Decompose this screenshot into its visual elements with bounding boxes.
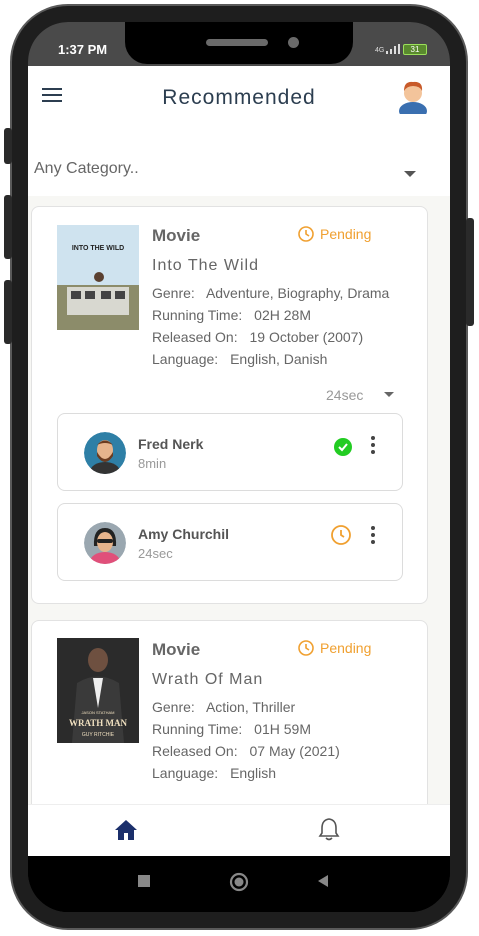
genre-value: Action, Thriller bbox=[205, 699, 296, 715]
reviewer-row[interactable]: Amy Churchil 24sec bbox=[57, 503, 403, 581]
front-camera bbox=[288, 37, 299, 48]
avatar bbox=[84, 432, 126, 474]
home-icon[interactable] bbox=[114, 819, 138, 841]
status-badge: Pending bbox=[297, 225, 371, 243]
battery-level: 31 bbox=[410, 45, 420, 54]
avatar bbox=[84, 522, 126, 564]
reviewer-time: 24sec bbox=[138, 546, 173, 561]
poster-title: INTO THE WILD bbox=[72, 245, 124, 252]
side-button bbox=[4, 128, 12, 164]
genre-label: Genre: bbox=[152, 699, 195, 715]
network-type: 4G bbox=[375, 47, 385, 54]
phone-screen: 1:37 PM 4G 31 Recommended Any Category..… bbox=[28, 22, 450, 912]
reviewer-row[interactable]: Fred Nerk 8min bbox=[57, 413, 403, 491]
elapsed-time: 24sec bbox=[326, 387, 364, 403]
clock-check-icon bbox=[298, 226, 314, 242]
recents-icon[interactable] bbox=[137, 874, 151, 888]
notch bbox=[125, 22, 353, 64]
power-button bbox=[466, 218, 474, 326]
movie-title: Wrath Of Man bbox=[152, 671, 264, 688]
recommendation-list: INTO THE WILD Movie Pending Into The Wil… bbox=[28, 196, 450, 850]
volume-down-button bbox=[4, 280, 12, 344]
category-select[interactable]: Any Category.. bbox=[34, 160, 139, 178]
runtime-label: Running Time: bbox=[152, 307, 243, 323]
genre-row: Genre: Adventure, Biography, Drama bbox=[152, 285, 389, 301]
poster-title-top: JASON STATHAM bbox=[82, 710, 115, 715]
check-circle-icon bbox=[334, 438, 352, 456]
movie-poster: JASON STATHAM WRATH MAN GUY RITCHIE bbox=[57, 638, 139, 743]
clock-check-icon bbox=[331, 525, 351, 545]
app-screen: Recommended Any Category.. INTO THE WILD… bbox=[28, 66, 450, 856]
language-value: English, Danish bbox=[230, 351, 328, 367]
media-type: Movie bbox=[152, 226, 201, 245]
language-label: Language: bbox=[152, 765, 219, 781]
movie-card[interactable]: INTO THE WILD Movie Pending Into The Wil… bbox=[31, 206, 428, 604]
signal-icon: 4G bbox=[375, 44, 401, 54]
home-circle-icon[interactable] bbox=[228, 871, 250, 893]
more-options-icon[interactable] bbox=[370, 526, 376, 548]
reviewer-name: Amy Churchil bbox=[138, 526, 230, 542]
volume-up-button bbox=[4, 195, 12, 259]
language-row: Language: English bbox=[152, 765, 276, 781]
released-row: Released On: 19 October (2007) bbox=[152, 329, 363, 345]
battery-icon: 31 bbox=[403, 44, 427, 55]
app-bar: Recommended bbox=[28, 66, 450, 128]
reviewer-time: 8min bbox=[138, 456, 167, 471]
released-label: Released On: bbox=[152, 743, 238, 759]
back-icon[interactable] bbox=[316, 874, 330, 888]
status-badge: Pending bbox=[297, 639, 371, 657]
movie-poster: INTO THE WILD bbox=[57, 225, 139, 330]
media-type: Movie bbox=[152, 640, 201, 659]
poster-subtitle: GUY RITCHIE bbox=[82, 732, 115, 738]
movie-title: Into The Wild bbox=[152, 257, 259, 274]
more-options-icon[interactable] bbox=[370, 436, 376, 458]
reviewer-name: Fred Nerk bbox=[138, 436, 204, 452]
language-value: English bbox=[230, 765, 276, 781]
runtime-row: Running Time: 02H 28M bbox=[152, 307, 311, 323]
clock-check-icon bbox=[298, 640, 314, 656]
bell-icon[interactable] bbox=[318, 817, 340, 841]
genre-value: Adventure, Biography, Drama bbox=[205, 285, 390, 301]
status-label: Pending bbox=[320, 226, 372, 242]
status-label: Pending bbox=[320, 640, 372, 656]
runtime-value: 02H 28M bbox=[254, 307, 311, 323]
released-row: Released On: 07 May (2021) bbox=[152, 743, 340, 759]
chevron-down-icon[interactable] bbox=[404, 171, 416, 177]
system-navigation-bar bbox=[28, 856, 450, 912]
language-label: Language: bbox=[152, 351, 219, 367]
profile-avatar-icon[interactable] bbox=[398, 78, 428, 114]
page-title: Recommended bbox=[162, 86, 316, 109]
released-label: Released On: bbox=[152, 329, 238, 345]
runtime-row: Running Time: 01H 59M bbox=[152, 721, 311, 737]
runtime-label: Running Time: bbox=[152, 721, 243, 737]
signal-bars-icon bbox=[386, 44, 401, 54]
chevron-down-icon[interactable] bbox=[384, 392, 394, 397]
status-time: 1:37 PM bbox=[58, 42, 108, 57]
runtime-value: 01H 59M bbox=[254, 721, 311, 737]
speaker bbox=[206, 39, 268, 46]
language-row: Language: English, Danish bbox=[152, 351, 327, 367]
status-bar: 1:37 PM 4G 31 bbox=[28, 22, 450, 66]
bottom-navigation bbox=[28, 804, 450, 856]
poster-title: WRATH MAN bbox=[69, 718, 128, 728]
genre-row: Genre: Action, Thriller bbox=[152, 699, 295, 715]
released-value: 19 October (2007) bbox=[249, 329, 364, 345]
genre-label: Genre: bbox=[152, 285, 195, 301]
released-value: 07 May (2021) bbox=[249, 743, 340, 759]
